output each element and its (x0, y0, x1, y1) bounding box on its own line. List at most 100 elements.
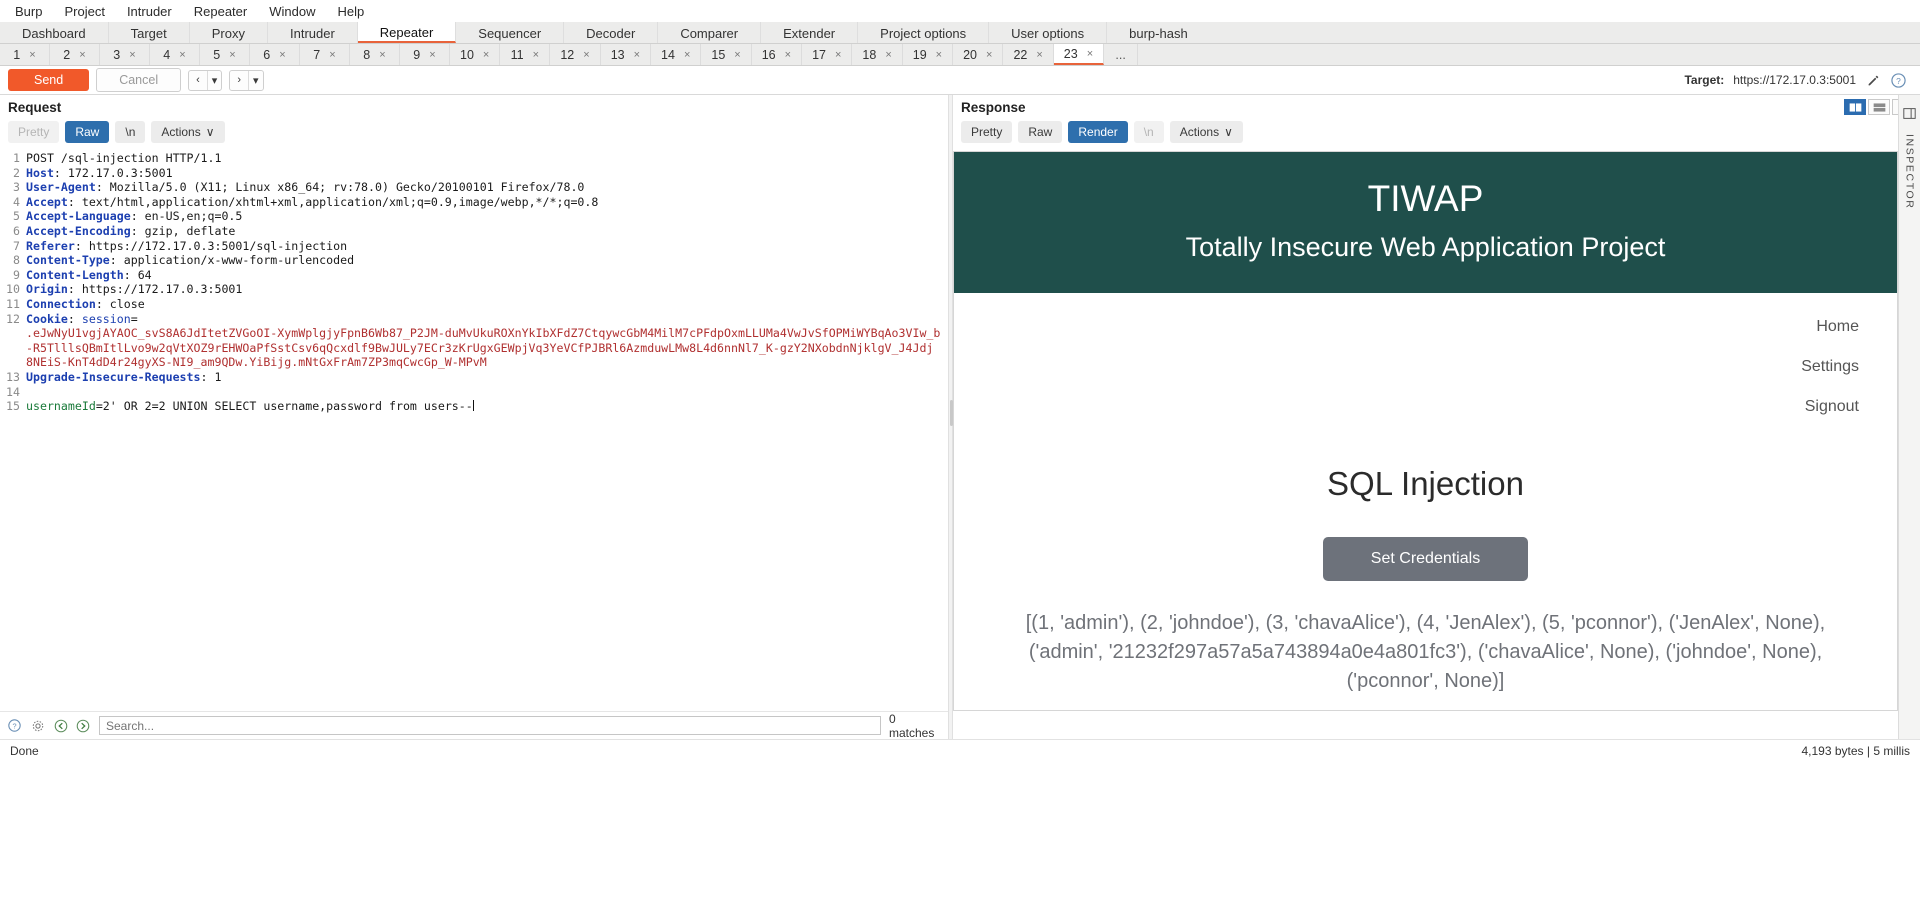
back-dropdown-icon[interactable]: ▾ (207, 71, 222, 90)
close-icon[interactable]: × (986, 49, 992, 61)
repeater-tab-20[interactable]: 20× (953, 44, 1003, 65)
cancel-button[interactable]: Cancel (96, 68, 181, 92)
tab-proxy[interactable]: Proxy (190, 22, 268, 43)
go-forward-button[interactable]: › ▾ (229, 70, 263, 91)
question-icon[interactable]: ? (8, 719, 23, 732)
send-button[interactable]: Send (8, 69, 89, 91)
close-icon[interactable]: × (785, 49, 791, 61)
tab-extender[interactable]: Extender (761, 22, 858, 43)
repeater-tab-1[interactable]: 1× (0, 44, 50, 65)
nav-link-settings[interactable]: Settings (954, 347, 1859, 387)
repeater-tab-7[interactable]: 7× (300, 44, 350, 65)
close-icon[interactable]: × (1087, 48, 1093, 60)
layout-split-vertical-icon[interactable] (1844, 99, 1866, 115)
menu-item-help[interactable]: Help (326, 2, 375, 21)
request-line-content[interactable]: -R5TlllsQBmItlLvo9w2qVtXOZ9rEHWOaPfSstCs… (26, 341, 933, 356)
nav-link-signout[interactable]: Signout (954, 387, 1859, 427)
close-icon[interactable]: × (29, 49, 35, 61)
tab-dashboard[interactable]: Dashboard (0, 22, 109, 43)
request-line-content[interactable]: .eJwNyU1vgjAYAOC_svS8A6JdItetZVGoOI-XymW… (26, 326, 940, 341)
request-line-content[interactable]: Content-Type: application/x-www-form-url… (26, 253, 354, 268)
tab-burp-hash[interactable]: burp-hash (1107, 22, 1210, 43)
close-icon[interactable]: × (634, 49, 640, 61)
tab-sequencer[interactable]: Sequencer (456, 22, 564, 43)
response-tab-raw[interactable]: Raw (1018, 121, 1062, 143)
close-icon[interactable]: × (533, 49, 539, 61)
response-actions-menu[interactable]: Actions ∨ (1170, 121, 1243, 143)
close-icon[interactable]: × (684, 49, 690, 61)
tab-target[interactable]: Target (109, 22, 190, 43)
repeater-tab-4[interactable]: 4× (150, 44, 200, 65)
close-icon[interactable]: × (279, 49, 285, 61)
forward-dropdown-icon[interactable]: ▾ (248, 71, 263, 90)
tab-repeater[interactable]: Repeater (358, 22, 456, 43)
menu-item-repeater[interactable]: Repeater (183, 2, 258, 21)
nav-link-home[interactable]: Home (954, 307, 1859, 347)
close-icon[interactable]: × (429, 49, 435, 61)
repeater-tab-16[interactable]: 16× (752, 44, 802, 65)
question-icon[interactable]: ? (1890, 72, 1906, 88)
close-icon[interactable]: × (179, 49, 185, 61)
menu-item-project[interactable]: Project (53, 2, 115, 21)
layout-split-horizontal-icon[interactable] (1868, 99, 1890, 115)
request-line-content[interactable]: Host: 172.17.0.3:5001 (26, 166, 173, 181)
request-line-content[interactable]: POST /sql-injection HTTP/1.1 (26, 151, 221, 166)
tab-comparer[interactable]: Comparer (658, 22, 761, 43)
menu-item-burp[interactable]: Burp (4, 2, 53, 21)
request-line-content[interactable]: Accept-Language: en-US,en;q=0.5 (26, 209, 242, 224)
request-tab-newline[interactable]: \n (115, 121, 145, 143)
inspector-toggle-icon[interactable] (1903, 107, 1916, 120)
repeater-tab-6[interactable]: 6× (250, 44, 300, 65)
repeater-tab-11[interactable]: 11× (500, 44, 550, 65)
repeater-tab-12[interactable]: 12× (550, 44, 600, 65)
request-line-content[interactable]: Accept-Encoding: gzip, deflate (26, 224, 235, 239)
set-credentials-button[interactable]: Set Credentials (1323, 537, 1528, 581)
tab-intruder[interactable]: Intruder (268, 22, 358, 43)
repeater-tab-23[interactable]: 23× (1054, 44, 1104, 65)
repeater-tab-2[interactable]: 2× (50, 44, 100, 65)
request-line-content[interactable]: Referer: https://172.17.0.3:5001/sql-inj… (26, 239, 347, 254)
request-line-content[interactable]: Accept: text/html,application/xhtml+xml,… (26, 195, 598, 210)
close-icon[interactable]: × (229, 49, 235, 61)
repeater-tab-18[interactable]: 18× (852, 44, 902, 65)
response-tab-render[interactable]: Render (1068, 121, 1127, 143)
close-icon[interactable]: × (129, 49, 135, 61)
close-icon[interactable]: × (379, 49, 385, 61)
request-line-content[interactable]: Origin: https://172.17.0.3:5001 (26, 282, 242, 297)
tab-decoder[interactable]: Decoder (564, 22, 658, 43)
arrow-right-icon[interactable] (76, 719, 91, 733)
close-icon[interactable]: × (936, 49, 942, 61)
request-line-content[interactable]: User-Agent: Mozilla/5.0 (X11; Linux x86_… (26, 180, 584, 195)
repeater-tab-22[interactable]: 22× (1003, 44, 1053, 65)
request-line-content[interactable]: Content-Length: 64 (26, 268, 152, 283)
request-line-content[interactable]: Cookie: session= (26, 312, 138, 327)
close-icon[interactable]: × (583, 49, 589, 61)
request-tab-raw[interactable]: Raw (65, 121, 109, 143)
request-line-content[interactable]: Connection: close (26, 297, 145, 312)
close-icon[interactable]: × (483, 49, 489, 61)
close-icon[interactable]: × (329, 49, 335, 61)
menu-item-intruder[interactable]: Intruder (116, 2, 183, 21)
arrow-left-icon[interactable] (54, 719, 69, 733)
repeater-tab-8[interactable]: 8× (350, 44, 400, 65)
pencil-icon[interactable] (1865, 72, 1881, 88)
request-editor[interactable]: 1POST /sql-injection HTTP/1.12Host: 172.… (0, 151, 948, 693)
response-tab-pretty[interactable]: Pretty (961, 121, 1012, 143)
repeater-tab-14[interactable]: 14× (651, 44, 701, 65)
repeater-tab-3[interactable]: 3× (100, 44, 150, 65)
response-tab-newline[interactable]: \n (1134, 121, 1164, 143)
search-input[interactable] (99, 716, 881, 735)
gear-icon[interactable] (31, 719, 46, 733)
repeater-tab-5[interactable]: 5× (200, 44, 250, 65)
close-icon[interactable]: × (835, 49, 841, 61)
close-icon[interactable]: × (1036, 49, 1042, 61)
request-line-content[interactable]: Upgrade-Insecure-Requests: 1 (26, 370, 221, 385)
tab-project-options[interactable]: Project options (858, 22, 989, 43)
repeater-tab-9[interactable]: 9× (400, 44, 450, 65)
repeater-tab-17[interactable]: 17× (802, 44, 852, 65)
close-icon[interactable]: × (885, 49, 891, 61)
request-line-content[interactable]: usernameId=2' OR 2=2 UNION SELECT userna… (26, 399, 474, 414)
repeater-tab-15[interactable]: 15× (701, 44, 751, 65)
repeater-tab-overflow[interactable]: ... (1104, 44, 1138, 65)
repeater-tab-19[interactable]: 19× (903, 44, 953, 65)
